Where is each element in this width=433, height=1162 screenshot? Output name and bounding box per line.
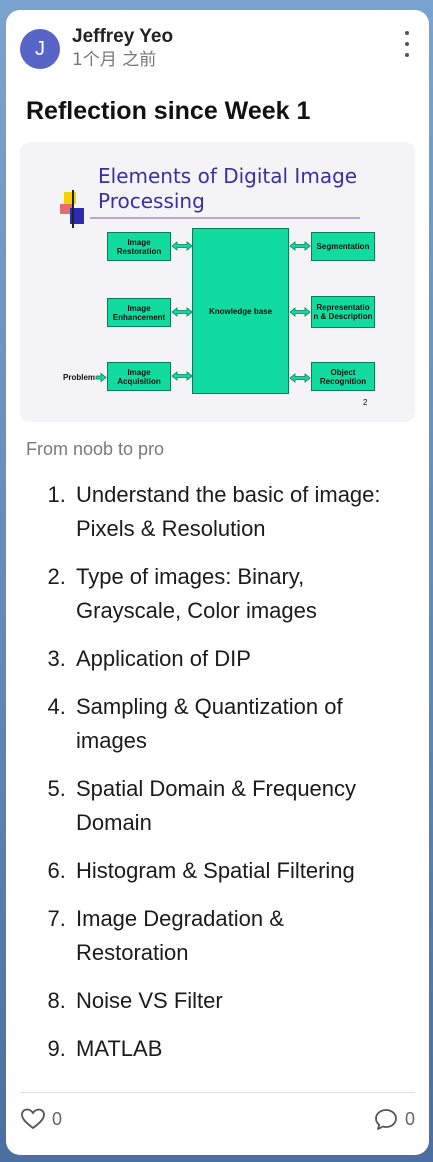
avatar[interactable]: J — [20, 29, 60, 69]
diagram-page-number: 2 — [363, 398, 368, 407]
list-item: Image Degradation & Restoration — [72, 902, 402, 970]
double-arrow-icon — [289, 373, 311, 383]
heart-icon — [21, 1108, 45, 1130]
more-vertical-icon-dot — [405, 41, 409, 46]
author-info: Jeffrey Yeo 1个月 之前 — [72, 26, 173, 72]
list-item: Noise VS Filter — [72, 984, 402, 1018]
post-footer: 0 0 — [20, 1092, 415, 1145]
more-vertical-icon-dot — [405, 52, 409, 57]
post-header: J Jeffrey Yeo 1个月 之前 — [20, 24, 415, 74]
more-options-button[interactable] — [399, 28, 415, 60]
post-time: 1个月 之前 — [72, 50, 157, 70]
list-item: MATLAB — [72, 1032, 402, 1066]
list-item: Spatial Domain & Frequency Domain — [72, 772, 402, 840]
more-vertical-icon — [405, 31, 409, 36]
double-arrow-icon — [171, 371, 193, 381]
list-item: Application of DIP — [72, 642, 402, 676]
image-caption: From noob to pro — [26, 439, 165, 459]
arrow-right-icon — [95, 372, 107, 383]
list-item: Understand the basic of image: Pixels & … — [72, 478, 402, 546]
double-arrow-icon — [289, 241, 311, 251]
like-button[interactable]: 0 — [20, 1107, 62, 1131]
topic-list: Understand the basic of image: Pixels & … — [20, 478, 402, 1066]
post-image[interactable]: Elements of Digital Image Processing Ima… — [20, 142, 415, 422]
list-item: Type of images: Binary, Grayscale, Color… — [72, 560, 402, 628]
like-count: 0 — [52, 1108, 63, 1129]
double-arrow-icon — [289, 307, 311, 317]
comment-count: 0 — [404, 1108, 415, 1129]
comment-bubble-icon — [375, 1109, 397, 1130]
post-card: J Jeffrey Yeo 1个月 之前 Reflection since We… — [6, 10, 429, 1155]
list-item: Histogram & Spatial Filtering — [72, 854, 402, 888]
list-item: Sampling & Quantization of images — [72, 690, 402, 758]
diagram-input-label: Problem — [63, 373, 96, 382]
double-arrow-icon — [171, 241, 193, 251]
author-name[interactable]: Jeffrey Yeo — [72, 26, 173, 48]
comment-button[interactable]: 0 — [373, 1107, 415, 1131]
post-title: Reflection since Week 1 — [26, 97, 311, 125]
double-arrow-icon — [171, 307, 193, 317]
